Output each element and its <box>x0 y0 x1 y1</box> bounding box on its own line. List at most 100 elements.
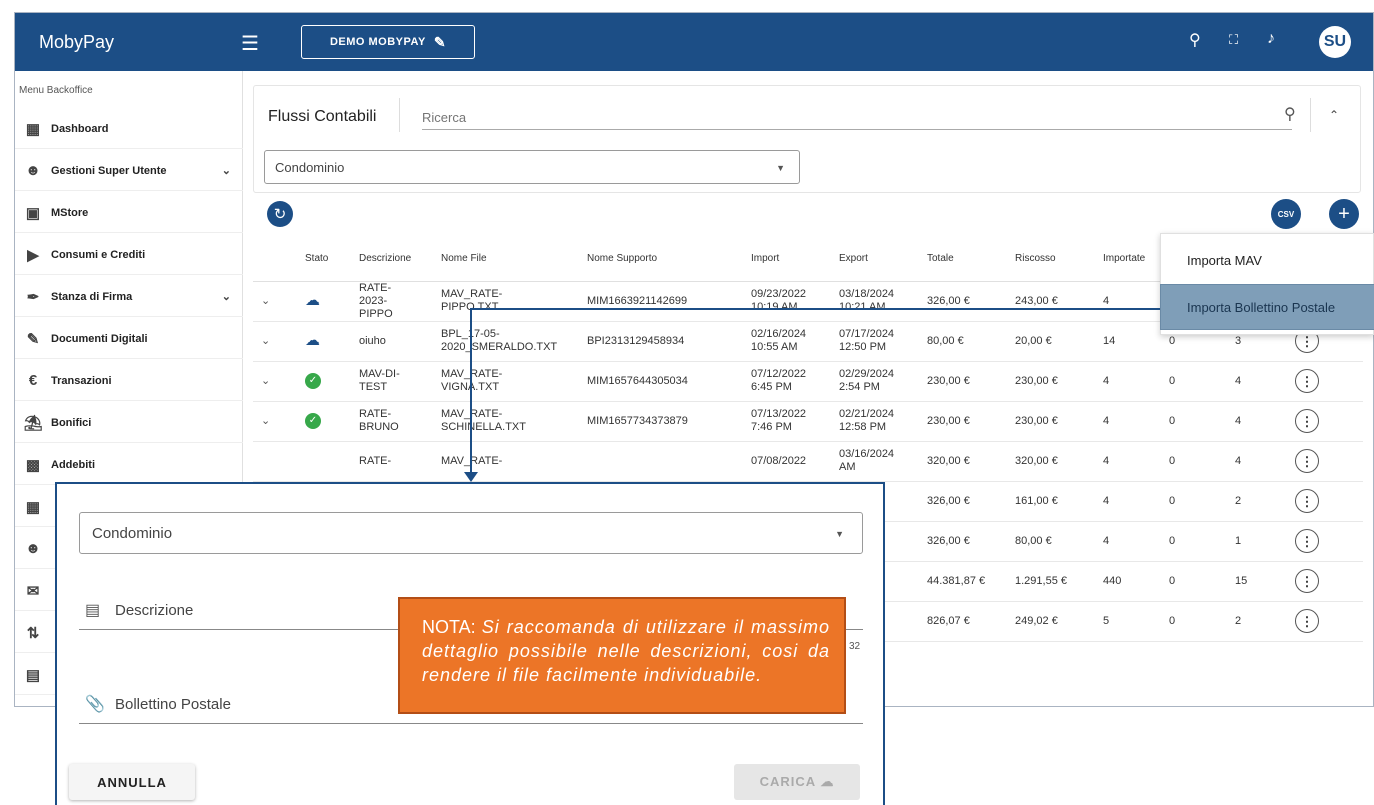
cloud-upload-icon: ☁ <box>305 331 320 349</box>
cloud-upload-icon: ☁ <box>820 774 835 789</box>
nome-file-cell: MAV_RATE- <box>433 441 579 482</box>
connector-line <box>470 308 472 478</box>
chevron-up-icon[interactable]: ⌃ <box>1329 108 1339 122</box>
sidebar-item-bonifici[interactable]: ⛱ Bonifici <box>15 403 243 443</box>
paperclip-icon: 📎 <box>85 696 105 713</box>
cancel-button[interactable]: ANNULLA <box>69 764 195 800</box>
search-icon[interactable]: ⚲ <box>1189 30 1201 50</box>
sidebar-item-label: Transazioni <box>51 374 112 387</box>
pencil-icon: ✎ <box>433 33 447 50</box>
import-cell: 07/12/2022 6:45 PM <box>743 361 831 402</box>
check-circle-icon: ✓ <box>305 413 321 429</box>
condominio-select[interactable]: Condominio ▼ <box>264 150 800 184</box>
plus-icon: + <box>1338 202 1350 225</box>
nome-file-cell: MAV_RATE- PIPPO.TXT <box>433 281 579 322</box>
sidebar-item-mstore[interactable]: ▣ MStore <box>15 193 243 233</box>
cloud-upload-icon: ☁ <box>305 291 320 309</box>
upload-button[interactable]: CARICA ☁ <box>734 764 860 800</box>
sidebar-item-transazioni[interactable]: € Transazioni <box>15 361 243 401</box>
export-cell: 02/29/2024 2:54 PM <box>831 361 919 402</box>
chevron-down-icon[interactable]: ⌄ <box>253 401 297 442</box>
import-cell: 07/13/2022 7:46 PM <box>743 401 831 442</box>
export-cell: 03/18/2024 10:21 AM <box>831 281 919 322</box>
chevron-down-icon: ⌄ <box>221 291 231 303</box>
more-options-icon[interactable]: ⋮ <box>1295 449 1319 473</box>
extra-1-cell: 0 <box>1161 521 1227 562</box>
column-header-import: Import <box>743 237 831 282</box>
sidebar-item-addebiti[interactable]: ▩ Addebiti <box>15 445 243 485</box>
more-options-icon[interactable]: ⋮ <box>1295 369 1319 393</box>
dashboard-icon: ▦ <box>25 120 41 138</box>
table-row[interactable]: ⌄ ✓ RATE-BRUNOMAV_RATE-SCHINELLA.TXTMIM165… <box>253 401 1363 442</box>
search-icon[interactable]: ⚲ <box>1284 104 1296 124</box>
importate-cell: 4 <box>1095 401 1161 442</box>
actions-cell: ⋮ <box>1287 481 1363 522</box>
totale-cell: 326,00 € <box>919 281 1007 322</box>
sidebar-item-label: Gestioni Super Utente <box>51 164 167 177</box>
more-options-icon[interactable]: ⋮ <box>1295 609 1319 633</box>
demo-button-label: DEMO MOBYPAY <box>329 36 426 48</box>
sidebar-item-label: Bonifici <box>51 416 92 429</box>
totale-cell: 326,00 € <box>919 481 1007 522</box>
character-counter: 32 <box>849 641 861 652</box>
chevron-down-icon[interactable]: ⌄ <box>253 361 297 402</box>
sidebar-item-dashboard[interactable]: ▦ Dashboard <box>15 109 243 149</box>
totale-cell: 326,00 € <box>919 521 1007 562</box>
actions-cell: ⋮ <box>1287 441 1363 482</box>
extra-1-cell: 0 <box>1161 361 1227 402</box>
table-row[interactable]: ⌄ ✓ MAV-DI-TESTMAV_RATE-VIGNA.TXTMIM165764… <box>253 361 1363 402</box>
sidebar-item-consumi-e-crediti[interactable]: ▶ Consumi e Crediti <box>15 235 243 275</box>
top-bar: MobyPay ☰ DEMO MOBYPAY ✎ ⚲ ⛶ ♪ SU <box>15 13 1373 71</box>
sidebar-item-gestioni-super-utente[interactable]: ☻ Gestioni Super Utente ⌄ <box>15 151 243 191</box>
table-row[interactable]: RATE-MAV_RATE-07/08/202203/16/2024AM320,… <box>253 441 1363 482</box>
more-options-icon[interactable]: ⋮ <box>1295 409 1319 433</box>
chevron-down-icon[interactable]: ⌄ <box>253 281 297 322</box>
actions-cell: ⋮ <box>1287 361 1363 402</box>
avatar[interactable]: SU <box>1319 26 1351 58</box>
nome-supporto-cell: MIM1657734373879 <box>579 401 743 442</box>
refresh-icon: ↻ <box>273 206 287 223</box>
nome-supporto-cell: MIM1663921142699 <box>579 281 743 322</box>
import-cell: 07/08/2022 <box>743 441 831 482</box>
menu-item-importa-bollettino-postale[interactable]: Importa Bollettino Postale <box>1160 284 1374 330</box>
refresh-button[interactable]: ↻ <box>267 201 293 227</box>
column-header-nome-supporto: Nome Supporto <box>579 237 743 282</box>
sidebar-item-documenti-digitali[interactable]: ✎ Documenti Digitali <box>15 319 243 359</box>
sidebar-item-label: MStore <box>51 206 89 219</box>
divider <box>1310 98 1311 132</box>
upload-button-label: CARICA <box>759 774 816 789</box>
users-gear-icon: ☻ <box>25 162 41 179</box>
play-circle-icon: ▶ <box>27 246 39 264</box>
mail-icon: ✉ <box>26 582 40 600</box>
dialog-condominio-select[interactable]: Condominio ▼ <box>79 512 863 554</box>
demo-mobypay-button[interactable]: DEMO MOBYPAY ✎ <box>301 25 475 59</box>
menu-item-importa-mav[interactable]: Importa MAV <box>1161 237 1374 283</box>
nome-supporto-cell <box>579 441 743 482</box>
chevron-down-icon: ⌄ <box>221 165 231 177</box>
search-input[interactable] <box>422 106 1292 130</box>
fullscreen-icon[interactable]: ⛶ <box>1229 32 1238 48</box>
descrizione-cell: RATE- 2023- PIPPO <box>351 281 433 322</box>
descrizione-cell: MAV-DI- TEST <box>351 361 433 402</box>
note-callout: NOTA: Si raccomanda di utilizzare il mas… <box>398 597 846 714</box>
csv-icon: CSV <box>1277 209 1295 219</box>
chevron-down-icon[interactable]: ⌄ <box>253 321 297 362</box>
menu-icon[interactable]: ☰ <box>241 31 259 56</box>
more-options-icon[interactable]: ⋮ <box>1295 529 1319 553</box>
bell-icon[interactable]: ♪ <box>1267 30 1275 48</box>
riscosso-cell: 249,02 € <box>1007 601 1095 642</box>
more-options-icon[interactable]: ⋮ <box>1295 489 1319 513</box>
status-cell: ✓ <box>297 361 351 402</box>
extra-2-cell: 2 <box>1227 481 1287 522</box>
sidebar-item-stanza-di-firma[interactable]: ✒ Stanza di Firma ⌄ <box>15 277 243 317</box>
bollettino-postale-label: Bollettino Postale <box>115 696 231 713</box>
status-cell: ☁ <box>297 321 351 362</box>
export-csv-button[interactable]: CSV <box>1271 199 1301 229</box>
filter-card: Flussi Contabili ⚲ ⌃ Condominio ▼ <box>253 85 1361 193</box>
expand-row <box>253 441 297 482</box>
brand-title: MobyPay <box>39 32 115 52</box>
more-options-icon[interactable]: ⋮ <box>1295 569 1319 593</box>
dialog-condominio-select-value: Condominio <box>92 525 173 542</box>
add-button[interactable]: + <box>1329 199 1359 229</box>
caret-down-icon: ▼ <box>776 163 785 173</box>
